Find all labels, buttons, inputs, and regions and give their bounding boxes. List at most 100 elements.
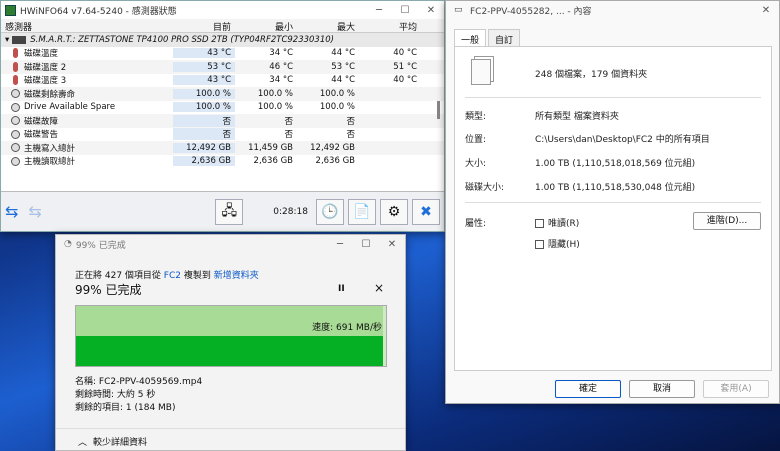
hidden-checkbox[interactable]: 隱藏(H) — [535, 237, 580, 250]
gear-icon[interactable]: ⚙ — [380, 198, 408, 225]
sensor-row[interactable]: 磁碟故障 否 否 否 — [1, 114, 444, 128]
max-value: 53 °C — [331, 61, 355, 72]
min-value: 34 °C — [269, 48, 293, 59]
nav-arrows-disabled-icon[interactable]: ⇆ — [28, 202, 41, 221]
max-value: 44 °C — [331, 75, 355, 86]
sensor-row[interactable]: 磁碟溫度 2 53 °C 46 °C 53 °C 51 °C — [1, 60, 444, 74]
max-value: 2,636 GB — [315, 156, 355, 167]
maximize-icon[interactable]: ☐ — [392, 1, 418, 19]
gauge-icon — [11, 102, 20, 112]
hidden-label: 隱藏(H) — [548, 240, 580, 250]
close-icon[interactable]: ✕ — [418, 1, 444, 19]
gauge-icon — [11, 143, 20, 153]
time-remaining: 剩餘時間: 大約 5 秒 — [75, 390, 156, 400]
close-icon[interactable]: ✕ — [753, 1, 779, 19]
current-value: 2,636 GB — [173, 156, 235, 167]
current-value: 100.0 % — [173, 102, 235, 113]
close-x-icon[interactable]: ✖ — [412, 198, 440, 225]
col-current[interactable]: 目前 — [173, 19, 235, 33]
col-min[interactable]: 最小 — [235, 19, 297, 33]
report-add-icon[interactable]: 📄 — [348, 198, 376, 225]
current-value: 43 °C — [173, 75, 235, 86]
readonly-checkbox[interactable]: 唯讀(R) — [535, 216, 579, 229]
sensor-row[interactable]: 主機寫入總計 12,492 GB 11,459 GB 12,492 GB — [1, 141, 444, 155]
copy-progress-icon: ◔ — [64, 239, 72, 249]
size-label: 大小: — [465, 159, 487, 169]
col-sensor[interactable]: 感測器 — [1, 19, 173, 33]
current-value: 100.0 % — [173, 88, 235, 99]
percent-heading: 99% 已完成 — [75, 283, 142, 297]
min-value: 2,636 GB — [253, 156, 293, 167]
min-value: 46 °C — [269, 61, 293, 72]
cancel-copy-button[interactable]: × — [374, 281, 384, 295]
cancel-button[interactable]: 取消 — [629, 380, 695, 398]
sensor-name: 磁碟警告 — [24, 130, 59, 141]
min-value: 否 — [284, 116, 293, 127]
current-value: 43 °C — [173, 48, 235, 59]
location-value: C:\Users\dan\Desktop\FC2 中的所有項目 — [535, 135, 710, 145]
network-icon[interactable]: 🖧 — [215, 198, 244, 225]
advanced-button[interactable]: 進階(D)... — [693, 212, 761, 230]
hwinfo-titlebar[interactable]: HWiNFO64 v7.64-5240 - 感測器狀態 ─ ☐ ✕ — [1, 1, 444, 19]
copy-title: 99% 已完成 — [75, 240, 126, 251]
timer-label: 0:28:18 — [273, 206, 308, 217]
progress-graph: 速度: 691 MB/秒 — [75, 305, 387, 367]
copy-description: 正在將 427 個項目從 FC2 複製到 新增資料夾 — [75, 268, 259, 281]
nav-arrows-icon[interactable]: ⇆ — [5, 202, 18, 221]
thermometer-icon — [13, 75, 18, 86]
apply-button[interactable]: 套用(A) — [703, 380, 769, 398]
sensor-name: 磁碟溫度 — [24, 49, 59, 60]
max-value: 否 — [346, 116, 355, 127]
attributes-label: 屬性: — [465, 219, 487, 229]
min-value: 100.0 % — [257, 102, 293, 113]
destination-link[interactable]: 新增資料夾 — [214, 271, 259, 281]
thermometer-icon — [13, 61, 18, 72]
sensor-name: 磁碟剩餘壽命 — [24, 89, 76, 100]
sensor-row[interactable]: 磁碟警告 否 否 否 — [1, 127, 444, 141]
col-max[interactable]: 最大 — [297, 19, 359, 33]
sensor-row[interactable]: 磁碟溫度 3 43 °C 34 °C 44 °C 40 °C — [1, 73, 444, 87]
readonly-label: 唯讀(R) — [548, 219, 580, 229]
ok-button[interactable]: 確定 — [555, 380, 621, 398]
items-remaining: 剩餘的項目: 1 (184 MB) — [75, 403, 176, 413]
scrollbar[interactable] — [437, 101, 440, 119]
files-icon — [471, 59, 491, 85]
col-avg[interactable]: 平均 — [359, 19, 421, 33]
close-icon[interactable]: ✕ — [379, 235, 405, 253]
sensor-row[interactable]: 主機讀取總計 2,636 GB 2,636 GB 2,636 GB — [1, 154, 444, 168]
type-value: 所有類型 檔案資料夾 — [535, 112, 619, 122]
gauge-icon — [11, 116, 20, 126]
copy-titlebar[interactable]: ◔ 99% 已完成 ─ ☐ ✕ — [56, 235, 405, 253]
sensor-row[interactable]: Drive Available Spare 100.0 % 100.0 % 10… — [1, 100, 444, 114]
chevron-up-icon: ︿ — [78, 438, 88, 448]
sensor-table-header: 感測器 目前 最小 最大 平均 — [1, 19, 444, 33]
less-details-button[interactable]: ︿ 較少詳細資料 — [78, 435, 147, 448]
sensor-row[interactable]: 磁碟溫度 43 °C 34 °C 44 °C 40 °C — [1, 46, 444, 60]
checkbox-icon — [535, 219, 544, 228]
drive-icon — [12, 35, 27, 44]
max-value: 100.0 % — [319, 88, 355, 99]
hwinfo-app-icon — [5, 4, 16, 16]
clock-icon[interactable]: 🕒 — [316, 198, 344, 225]
pause-button[interactable]: II — [338, 284, 345, 294]
min-value: 34 °C — [269, 75, 293, 86]
sensor-name: Drive Available Spare — [24, 102, 116, 113]
minimize-icon[interactable]: ─ — [327, 235, 353, 253]
properties-titlebar[interactable]: ▭ FC2-PPV-4055282, ... - 內容 ✕ — [446, 1, 779, 19]
copy-details: 名稱: FC2-PPV-4059569.mp4 剩餘時間: 大約 5 秒 剩餘的… — [75, 376, 202, 415]
sensor-row[interactable]: 磁碟剩餘壽命 100.0 % 100.0 % 100.0 % — [1, 87, 444, 101]
expand-icon[interactable]: ▾ — [5, 35, 9, 45]
source-link[interactable]: FC2 — [164, 271, 181, 281]
hwinfo-toolbar: ⇆ ⇆ 🖧 0:28:18 🕒 📄 ⚙ ✖ — [1, 191, 444, 231]
device-row[interactable]: ▾ S.M.A.R.T.: ZETTASTONE TP4100 PRO SSD 2… — [1, 33, 444, 47]
minimize-icon[interactable]: ─ — [366, 1, 392, 19]
sensor-name: 磁碟故障 — [24, 116, 59, 127]
gauge-icon — [11, 129, 20, 139]
copy-desc-mid: 複製到 — [183, 271, 211, 281]
max-value: 44 °C — [331, 48, 355, 59]
current-value: 否 — [173, 114, 235, 127]
summary-text: 248 個檔案，179 個資料夾 — [535, 70, 648, 80]
maximize-icon[interactable]: ☐ — [353, 235, 379, 253]
avg-value: 40 °C — [393, 48, 417, 59]
sensor-list: ▾ S.M.A.R.T.: ZETTASTONE TP4100 PRO SSD 2… — [1, 33, 444, 168]
